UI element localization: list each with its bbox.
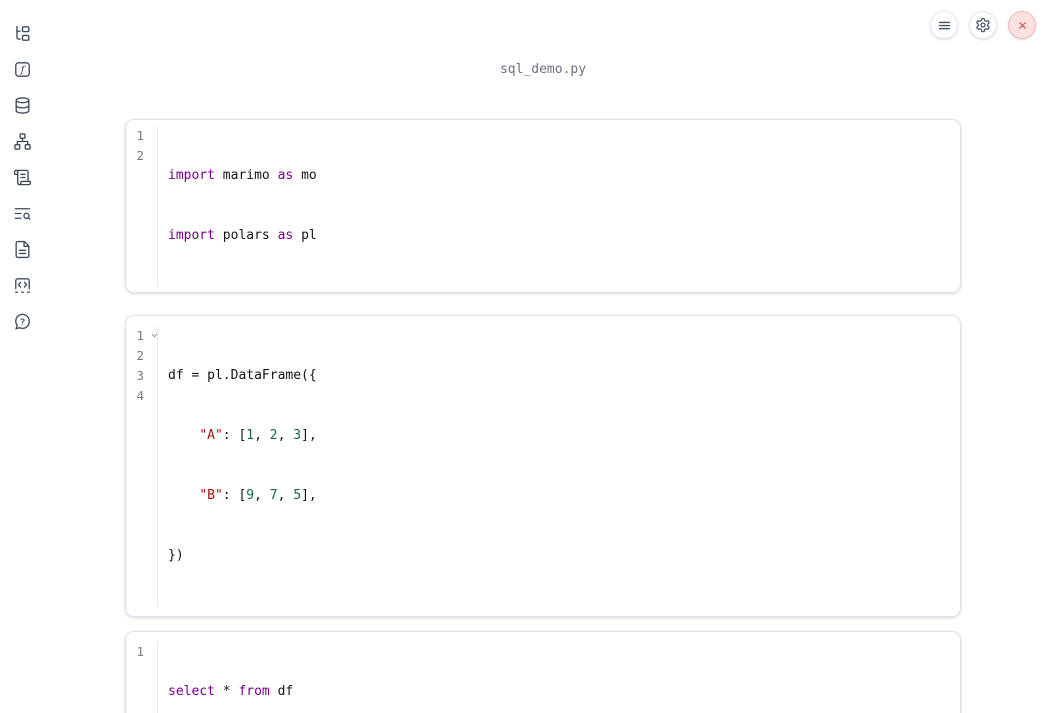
line-number-gutter: 1 2 3 4 bbox=[126, 326, 158, 606]
dependency-graph-icon[interactable] bbox=[13, 132, 32, 151]
notebook-filename: sql_demo.py bbox=[499, 62, 587, 77]
code-line: "B": [9, 7, 5], bbox=[199, 488, 317, 503]
notebook: sql_demo.py 1 2 import marimo as mo impo… bbox=[125, 0, 961, 713]
helper-sidebar: f ? bbox=[0, 0, 44, 713]
menu-icon bbox=[938, 21, 950, 29]
code-line: df = pl.DataFrame({ bbox=[168, 368, 317, 383]
svg-text:?: ? bbox=[19, 316, 24, 326]
settings-gear-icon bbox=[976, 17, 990, 33]
topbar-actions bbox=[930, 11, 1036, 39]
line-number-gutter: 1 2 bbox=[126, 126, 158, 286]
tracebacks-icon[interactable] bbox=[13, 204, 32, 223]
line-number: 1 bbox=[136, 128, 144, 143]
close-x-icon bbox=[1018, 21, 1026, 29]
svg-text:f: f bbox=[19, 64, 26, 76]
code-editor[interactable]: import marimo as mo import polars as pl bbox=[158, 126, 960, 286]
scratchpad-icon[interactable] bbox=[13, 276, 32, 295]
code-cell-imports[interactable]: 1 2 import marimo as mo import polars as… bbox=[125, 119, 961, 293]
sql-editor[interactable]: select * from df bbox=[158, 642, 960, 713]
shutdown-button[interactable] bbox=[1008, 11, 1036, 39]
line-number: 4 bbox=[136, 388, 144, 403]
code-line: "A": [1, 2, 3], bbox=[199, 428, 317, 443]
line-number: 1 bbox=[136, 326, 158, 346]
line-number: 1 bbox=[136, 644, 144, 659]
code-line: select * from df bbox=[168, 684, 294, 699]
datasources-icon[interactable] bbox=[13, 96, 32, 115]
code-fold-chevron-down-icon[interactable] bbox=[150, 331, 159, 340]
code-line: import marimo as mo bbox=[168, 168, 317, 183]
line-number: 2 bbox=[136, 148, 144, 163]
file-explorer-icon[interactable] bbox=[13, 24, 32, 43]
code-line: }) bbox=[168, 548, 184, 563]
code-cell-dataframe[interactable]: 1 2 3 4 df = pl.DataFrame({ "A": [1, 2, … bbox=[125, 315, 961, 617]
code-line: import polars as pl bbox=[168, 228, 317, 243]
menu-button[interactable] bbox=[930, 11, 958, 39]
code-editor[interactable]: df = pl.DataFrame({ "A": [1, 2, 3], "B":… bbox=[158, 326, 960, 606]
line-number-gutter: 1 bbox=[126, 642, 158, 713]
sql-cell: 1 select * from df Output variable: sql … bbox=[125, 631, 961, 713]
variables-icon[interactable]: f bbox=[13, 60, 32, 79]
line-number: 3 bbox=[136, 368, 144, 383]
help-icon[interactable]: ? bbox=[13, 312, 32, 331]
line-number: 2 bbox=[136, 348, 144, 363]
documentation-icon[interactable] bbox=[13, 240, 32, 259]
logs-icon[interactable] bbox=[13, 168, 32, 187]
settings-button[interactable] bbox=[969, 11, 997, 39]
